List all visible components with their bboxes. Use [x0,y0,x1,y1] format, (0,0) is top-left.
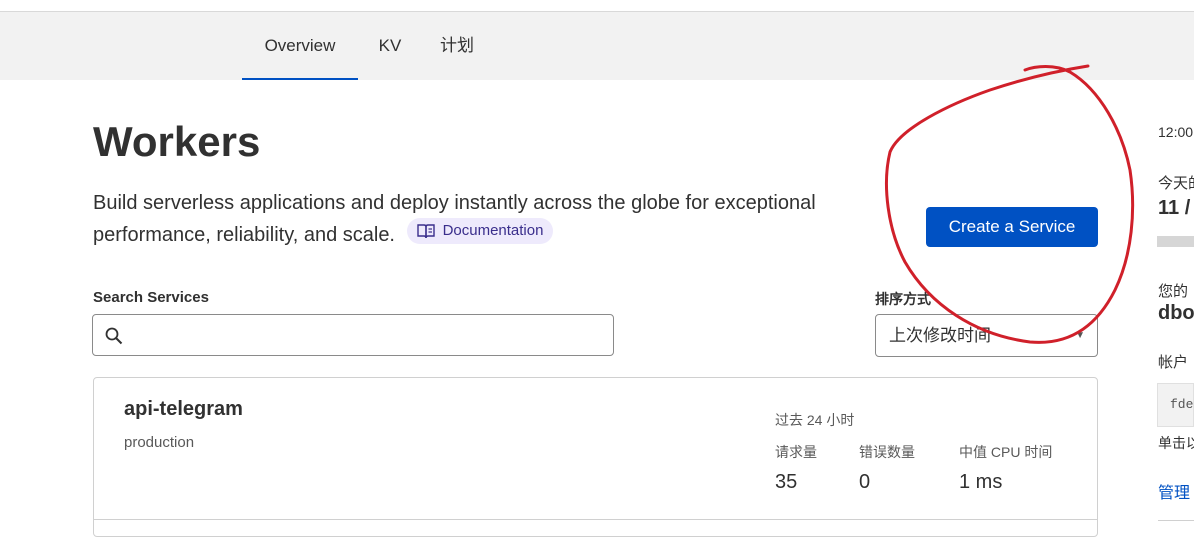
right-account-value: dbo [1158,302,1194,324]
right-time: 12:00 [1158,124,1194,140]
tab-kv[interactable]: KV [372,12,408,80]
service-name[interactable]: api-telegram [124,398,243,421]
page-description: Build serverless applications and deploy… [93,188,883,250]
page-title: Workers [93,118,261,165]
right-account-label: 您的 [1158,283,1189,300]
sort-label: 排序方式 [875,291,931,307]
metric-value-cpu: 1 ms [959,471,1003,493]
tab-overview[interactable]: Overview [242,12,358,80]
right-click-hint: 单击以 [1158,435,1194,451]
right-manage-link[interactable]: 管理 [1158,479,1190,503]
service-environment: production [124,434,195,451]
right-divider [1158,520,1194,521]
search-label: Search Services [93,289,209,306]
documentation-link[interactable]: Documentation [406,218,554,244]
right-today-value: 11 / [1158,197,1191,219]
account-id-field[interactable]: fde [1157,383,1194,427]
create-service-button[interactable]: Create a Service [926,207,1098,247]
search-icon [105,327,123,345]
tab-plans[interactable]: 计划 [434,12,480,80]
chevron-down-icon: ▼ [1075,330,1085,341]
service-card[interactable]: api-telegram production 过去 24 小时 请求量 错误数… [93,377,1098,537]
metric-label-cpu: 中值 CPU 时间 [959,444,1053,460]
metrics-period: 过去 24 小时 [775,412,855,428]
right-today-label: 今天的 [1158,175,1194,192]
right-id-label: 帐户 [1158,354,1189,371]
search-box[interactable] [92,314,614,356]
tab-bar: Overview KV 计划 [0,12,1194,80]
metric-label-requests: 请求量 [775,444,817,460]
documentation-label: Documentation [442,222,544,239]
metric-value-errors: 0 [859,471,871,493]
metric-value-requests: 35 [775,471,798,493]
card-divider [93,519,1098,520]
sort-selected-value: 上次修改时间 [889,326,991,345]
search-input[interactable] [131,321,601,349]
sort-select[interactable]: 上次修改时间 ▼ [875,314,1098,357]
book-icon [416,224,435,239]
usage-bar [1157,236,1194,247]
metric-label-errors: 错误数量 [859,444,915,460]
top-strip [0,0,1194,12]
